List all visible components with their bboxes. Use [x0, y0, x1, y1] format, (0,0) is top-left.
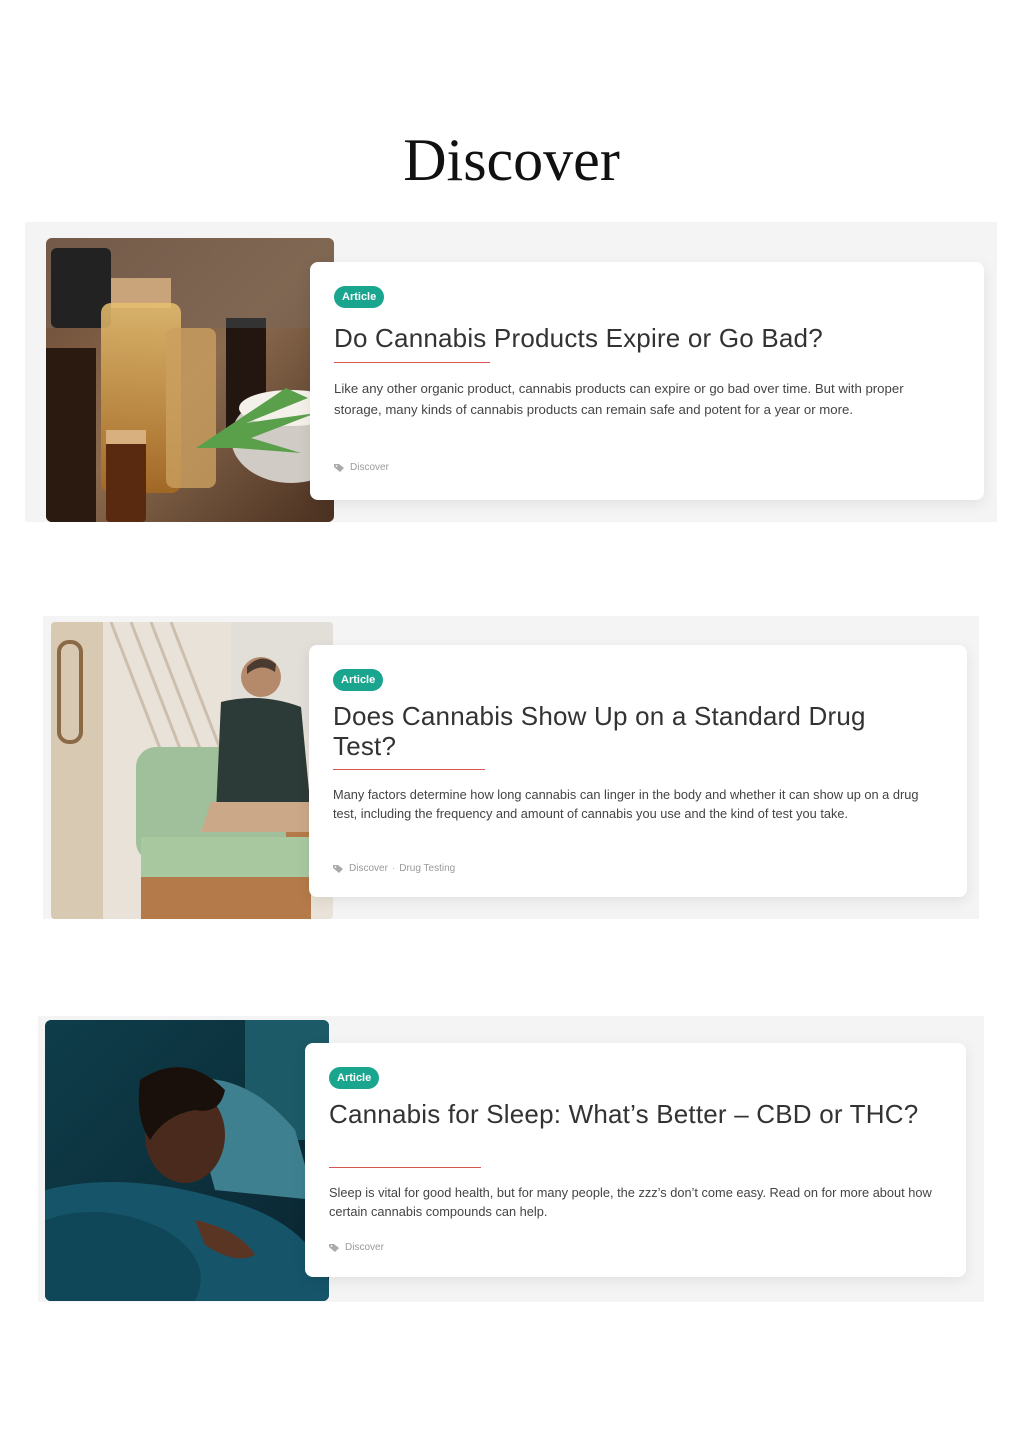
article-card[interactable]: Article Does Cannabis Show Up on a Stand… [309, 645, 967, 897]
title-underline [334, 362, 490, 363]
page-title: Discover [403, 127, 620, 193]
article-badge[interactable]: Article [329, 1067, 380, 1089]
article-thumbnail[interactable] [51, 622, 333, 919]
tags-icon [333, 865, 343, 873]
tag-link-drug-testing[interactable]: Drug Testing [399, 862, 455, 876]
tag-separator: · [391, 863, 396, 874]
title-underline [329, 1167, 481, 1168]
article-card[interactable]: Article Do Cannabis Products Expire or G… [310, 262, 984, 500]
article-tags: Discover [334, 461, 389, 475]
article-excerpt: Like any other organic product, cannabis… [334, 381, 904, 417]
article-thumbnail[interactable] [45, 1020, 329, 1301]
tags-icon [329, 1244, 339, 1252]
tags-icon [334, 464, 344, 472]
cannabis-products-image [46, 238, 334, 522]
article-title[interactable]: Cannabis for Sleep: What’s Better – CBD … [329, 1099, 929, 1129]
article-excerpt: Sleep is vital for good health, but for … [329, 1185, 932, 1219]
tag-link-discover[interactable]: Discover [350, 461, 389, 475]
article-tags: Discover [329, 1241, 384, 1255]
article-excerpt: Many factors determine how long cannabis… [333, 787, 919, 821]
article-badge[interactable]: Article [334, 286, 385, 308]
article-tags: Discover · Drug Testing [333, 862, 455, 876]
tag-link-discover[interactable]: Discover [345, 1241, 384, 1255]
article-title[interactable]: Do Cannabis Products Expire or Go Bad? [334, 323, 954, 353]
article-badge[interactable]: Article [333, 669, 384, 691]
tag-link-discover[interactable]: Discover [349, 862, 388, 876]
article-thumbnail[interactable] [46, 238, 334, 522]
man-on-couch-image [51, 622, 333, 919]
article-title[interactable]: Does Cannabis Show Up on a Standard Drug… [333, 701, 933, 761]
title-underline [333, 769, 485, 770]
woman-sleeping-image [45, 1020, 329, 1301]
article-card[interactable]: Article Cannabis for Sleep: What’s Bette… [305, 1043, 966, 1277]
